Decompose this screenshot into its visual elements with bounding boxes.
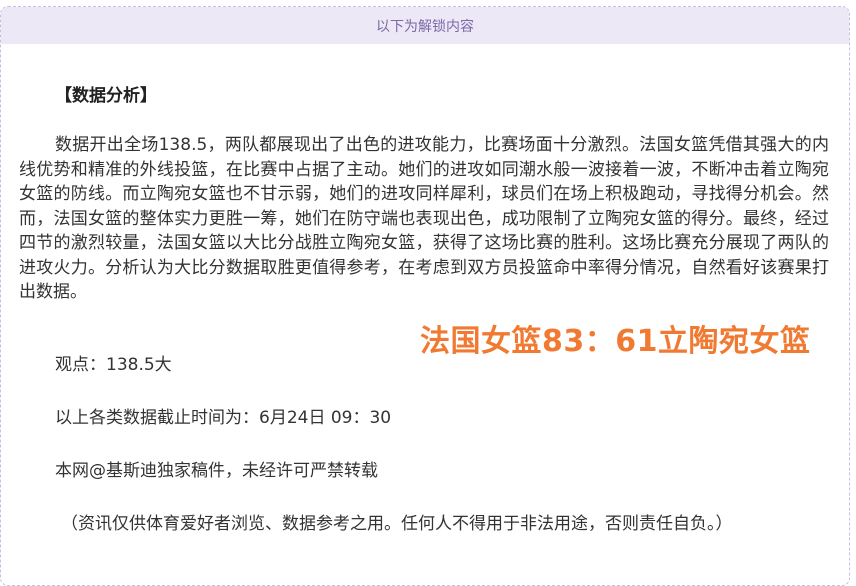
section-title: 【数据分析】 — [55, 86, 157, 106]
unlock-header: 以下为解锁内容 — [1, 7, 849, 44]
unlock-content-box: 以下为解锁内容 【数据分析】 数据开出全场138.5，两队都展现出了出色的进攻能… — [0, 6, 850, 586]
disclaimer-line: （资讯仅供体育爱好者浏览、数据参考之用。任何人不得用于非法用途，否则责任自负。） — [61, 514, 733, 534]
copyright-line: 本网@基斯迪独家稿件，未经许可严禁转载 — [55, 461, 378, 481]
analysis-paragraph: 数据开出全场138.5，两队都展现出了出色的进攻能力，比赛场面十分激烈。法国女篮… — [19, 135, 829, 302]
score-overlay: 法国女篮83：61立陶宛女篮 — [420, 324, 811, 359]
viewpoint-line: 观点：138.5大 — [55, 355, 172, 375]
cutoff-time-line: 以上各类数据截止时间为：6月24日 09：30 — [55, 408, 392, 428]
unlock-label: 以下为解锁内容 — [376, 18, 474, 35]
